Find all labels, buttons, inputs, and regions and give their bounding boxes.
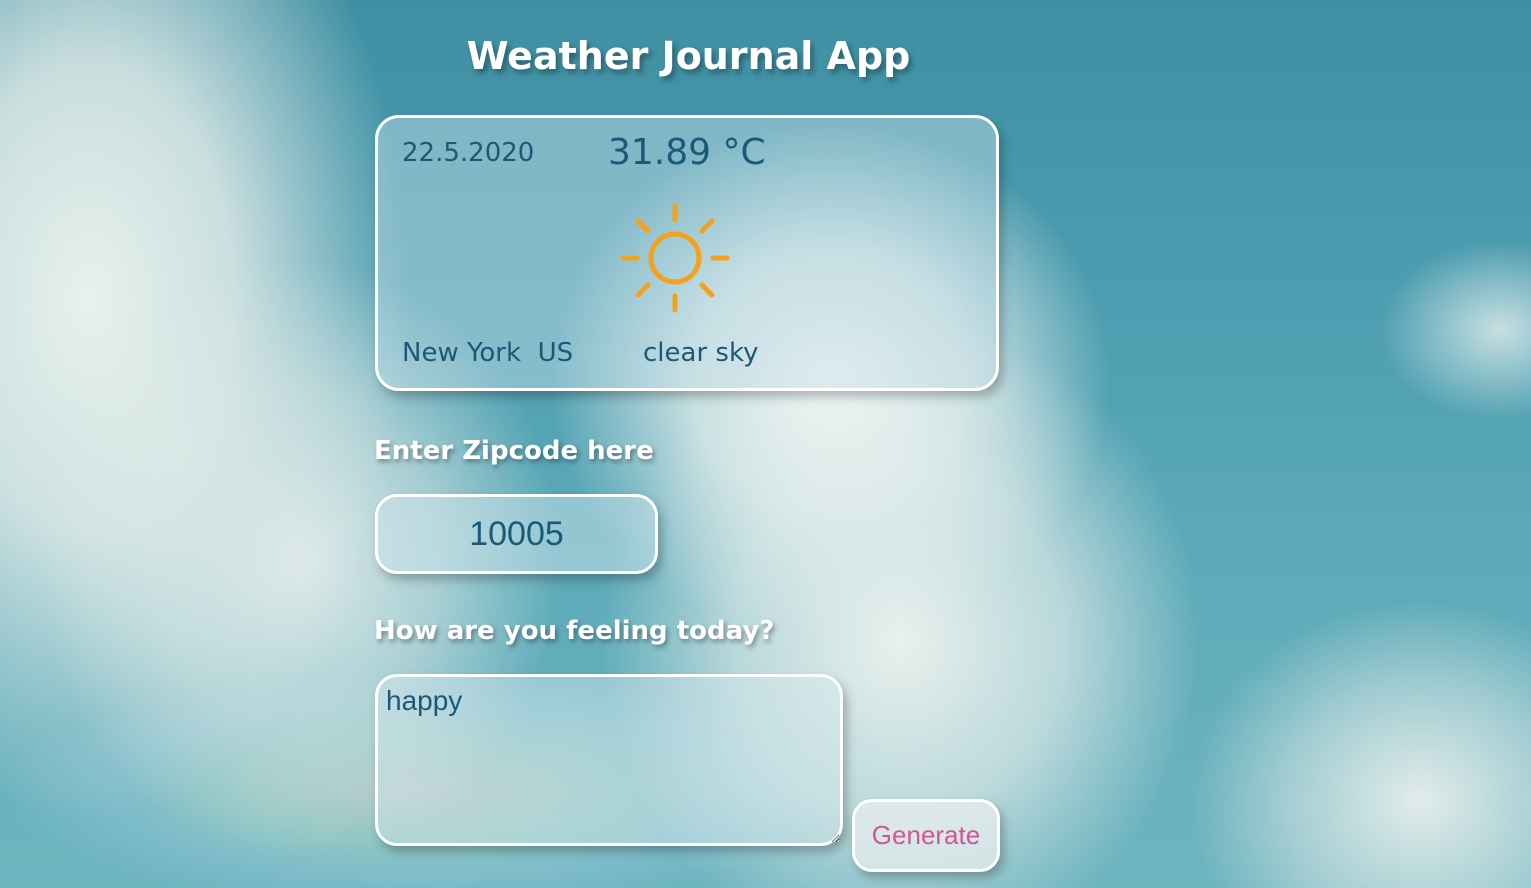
generate-button[interactable]: Generate [852,799,1000,872]
weather-description: clear sky [643,338,759,368]
weather-date: 22.5.2020 [402,138,535,168]
zip-input[interactable] [375,494,658,574]
weather-card: 22.5.2020 31.89 °C New York US clear sky [375,115,999,391]
weather-temperature: 31.89 °C [608,132,766,173]
zip-label: Enter Zipcode here [374,436,654,466]
sun-icon [620,203,730,313]
page-title: Weather Journal App [466,34,911,78]
feelings-label: How are you feeling today? [374,616,775,646]
feelings-textarea[interactable]: happy [375,674,843,846]
weather-location: New York US [402,338,574,368]
